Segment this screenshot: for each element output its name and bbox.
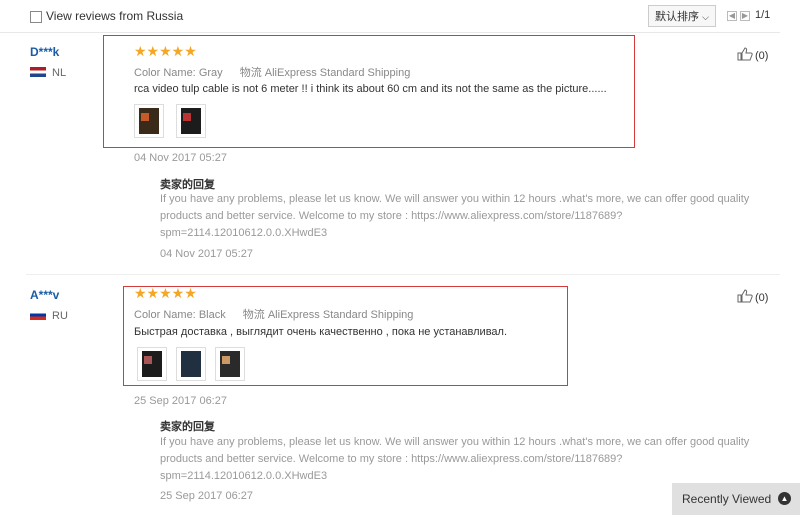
shipping-value: AliExpress Standard Shipping [267,309,414,321]
seller-reply-text: If you have any problems, please let us … [160,193,750,239]
review-meta: Color Name: Black 物流 AliExpress Standard… [134,306,413,322]
recently-viewed-button[interactable]: Recently Viewed ▲ [672,483,800,515]
view-russia-label[interactable]: View reviews from Russia [46,9,183,23]
next-page-button[interactable]: ▶ [740,11,750,21]
shipping-label: 物流 [239,67,262,79]
like-count: (0) [755,50,769,62]
review-photo[interactable] [137,347,167,381]
rating-stars: ★★★★★ [134,43,197,59]
reviewer-country: NL [30,67,66,79]
color-value: Gray [198,67,223,79]
reviewer-country: RU [30,310,68,322]
color-label: Color Name: [134,67,196,79]
recently-viewed-label: Recently Viewed [682,492,772,506]
chevron-up-icon: ▲ [778,492,791,505]
seller-reply-title: 卖家的回复 [160,179,215,191]
color-value: Black [198,309,226,321]
sort-dropdown[interactable]: 默认排序 ⌵ [648,5,716,27]
reviewer-name[interactable]: D***k [30,45,59,59]
review-date: 04 Nov 2017 05:27 [134,152,227,164]
seller-reply-text: If you have any problems, please let us … [160,436,750,482]
review-text: rca video tulp cable is not 6 meter !! i… [134,83,607,95]
thumbs-up-icon [737,47,753,61]
rating-stars: ★★★★★ [134,285,197,301]
view-russia-checkbox[interactable] [30,11,42,23]
sort-label: 默认排序 [655,11,700,23]
review-date: 25 Sep 2017 06:27 [134,395,227,407]
color-label: Color Name: [134,309,196,321]
thumbs-up-icon [737,289,753,303]
shipping-label: 物流 [242,309,265,321]
country-code: NL [52,67,67,79]
filter-bar: View reviews from Russia 默认排序 ⌵ ◀ ▶ 1/1 [0,0,780,33]
review-photo[interactable] [176,347,206,381]
review-text: Быстрая доставка , выглядит очень качест… [134,326,508,338]
chevron-down-icon: ⌵ [702,12,709,22]
seller-reply-title: 卖家的回复 [160,421,215,433]
seller-reply-date: 25 Sep 2017 06:27 [160,490,253,502]
reviewer-name[interactable]: A***v [30,288,59,302]
flag-icon [30,310,46,320]
review-meta: Color Name: Gray 物流 AliExpress Standard … [134,64,410,80]
helpful-button[interactable]: (0) [737,47,768,62]
review-photo[interactable] [134,104,164,138]
country-code: RU [52,310,68,322]
divider [26,274,780,275]
prev-page-button[interactable]: ◀ [727,11,737,21]
seller-reply-date: 04 Nov 2017 05:27 [160,248,253,260]
flag-icon [30,67,46,77]
like-count: (0) [755,292,769,304]
helpful-button[interactable]: (0) [737,289,768,304]
shipping-value: AliExpress Standard Shipping [264,67,411,79]
review-photo[interactable] [176,104,206,138]
page-indicator: 1/1 [755,9,771,21]
review-photo[interactable] [215,347,245,381]
